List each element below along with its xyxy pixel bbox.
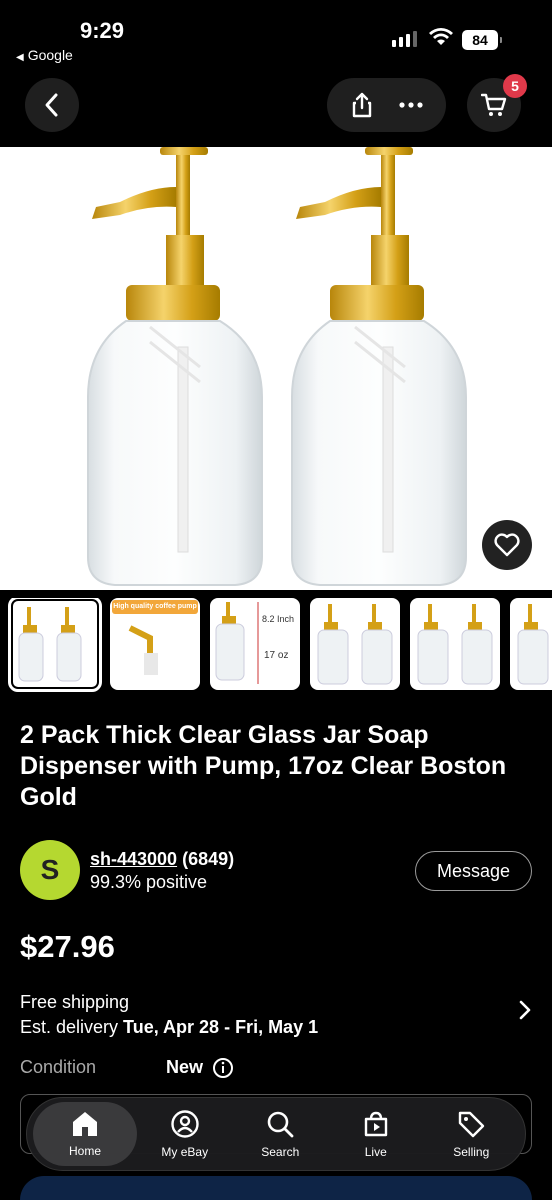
share-icon[interactable] (350, 91, 374, 119)
add-to-watchlist-button[interactable] (482, 520, 532, 570)
condition-label: Condition (20, 1057, 97, 1077)
shipping-line: Free shipping (20, 992, 130, 1012)
size-chart-image (215, 602, 259, 684)
tab-search[interactable]: Search (233, 1102, 329, 1166)
tab-home[interactable]: Home (33, 1102, 137, 1166)
delivery-estimate: Est. delivery Tue, Apr 28 - Fri, May 1 (20, 1015, 532, 1040)
profile-icon (171, 1110, 199, 1138)
height-label: 8.2 Inch (262, 614, 295, 624)
thumbnail-6[interactable] (510, 598, 552, 690)
tab-live[interactable]: Live (328, 1102, 424, 1166)
tab-my-ebay[interactable]: My eBay (137, 1102, 233, 1166)
bottom-tab-bar: Home My eBay Search Live Selling (26, 1097, 526, 1171)
thumbnail-2[interactable]: High quality coffee pump (110, 598, 200, 690)
status-time: 9:29 (80, 18, 125, 43)
volume-label: 17 oz (264, 650, 289, 661)
more-options-icon[interactable] (399, 101, 423, 109)
product-title: 2 Pack Thick Clear Glass Jar Soap Dispen… (20, 721, 507, 811)
search-icon (267, 1111, 294, 1138)
tab-selling[interactable]: Selling (424, 1102, 520, 1166)
back-app-label: Google (27, 47, 73, 63)
delivery-dates: Tue, Apr 28 - Fri, May 1 (123, 1017, 319, 1037)
thumbnail-image (417, 604, 493, 685)
cart-button[interactable]: 5 (467, 74, 527, 132)
thumbnail-image (517, 604, 549, 685)
thumbnail-1[interactable] (8, 598, 102, 692)
thumbnail-3[interactable]: 8.2 Inch 17 oz (210, 598, 300, 690)
message-seller-button[interactable]: Message (415, 851, 532, 891)
battery-indicator: 84 (462, 30, 502, 50)
shipping-info[interactable]: Free shipping Est. delivery Tue, Apr 28 … (20, 990, 532, 1040)
back-to-app-link[interactable]: ◀ Google (16, 47, 73, 63)
seller-info: sh-443000 (6849) 99.3% positive (90, 848, 234, 894)
back-button[interactable] (25, 78, 79, 132)
soap-dispenser-photo (87, 147, 467, 586)
cellular-signal-icon (392, 31, 417, 47)
tab-label: My eBay (161, 1145, 209, 1159)
heart-icon (494, 533, 520, 557)
chevron-right-icon[interactable] (518, 998, 532, 1022)
cart-count-badge: 5 (503, 74, 527, 98)
thumbnail-banner: High quality coffee pump (112, 600, 198, 614)
status-bar: 9:29 ◀ Google 84 (0, 0, 552, 74)
info-icon[interactable] (212, 1057, 234, 1079)
delivery-prefix: Est. delivery (20, 1017, 124, 1037)
tab-label: Search (261, 1145, 300, 1159)
tab-label: Selling (453, 1145, 490, 1159)
live-icon (364, 1111, 387, 1137)
action-group (327, 78, 446, 132)
seller-avatar[interactable]: S (20, 840, 80, 900)
product-image[interactable] (0, 147, 552, 590)
price: $27.96 (20, 929, 115, 964)
back-triangle-icon: ◀ (16, 52, 24, 63)
condition-value: New (166, 1057, 204, 1077)
cart-icon (481, 93, 507, 116)
tag-icon (459, 1111, 485, 1138)
chevron-left-icon (45, 93, 58, 117)
seller-feedback-count: (6849) (182, 849, 235, 869)
thumbnail-image (317, 604, 393, 685)
thumbnail-5[interactable] (410, 598, 500, 690)
thumbnail-image (18, 607, 82, 682)
wifi-icon (429, 28, 453, 45)
thumbnail-4[interactable] (310, 598, 400, 690)
home-icon (73, 1112, 97, 1136)
buy-it-now-button[interactable] (20, 1176, 532, 1200)
thumbnail-strip[interactable]: High quality coffee pump 8.2 Inch 17 oz (0, 598, 552, 692)
tab-label: Live (364, 1145, 387, 1159)
seller-positive-rating: 99.3% positive (90, 872, 208, 892)
tab-label: Home (68, 1144, 101, 1158)
seller-name-link[interactable]: sh-443000 (90, 849, 177, 869)
